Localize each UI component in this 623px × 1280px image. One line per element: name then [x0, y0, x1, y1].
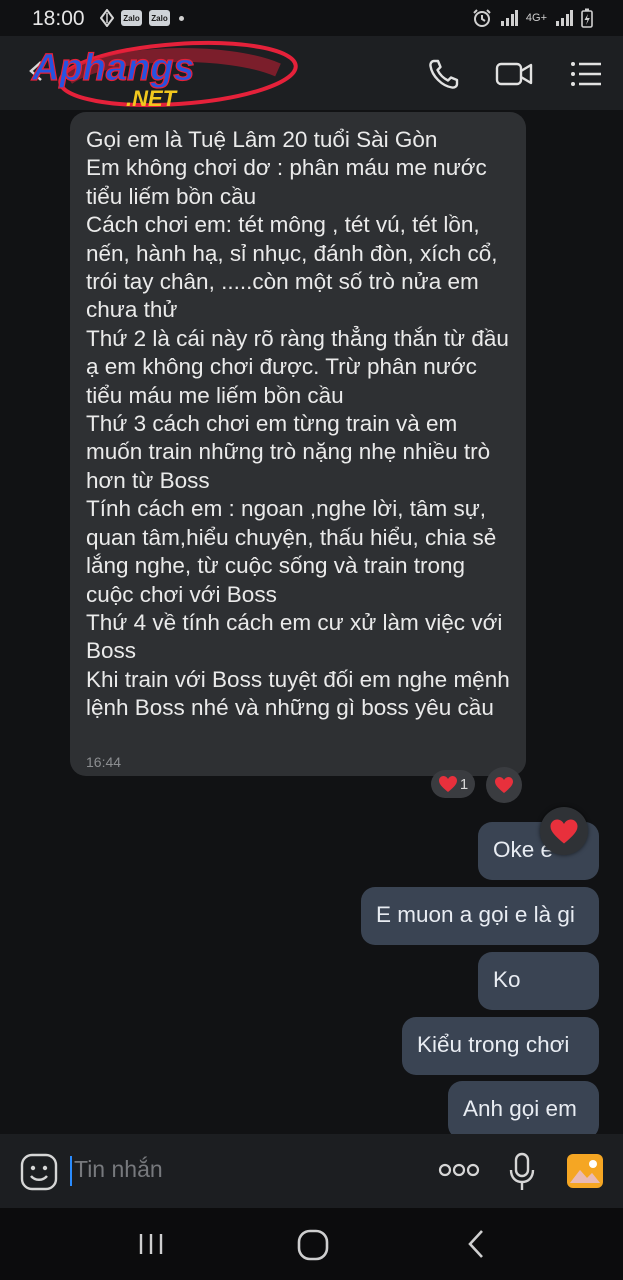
incoming-message-bubble[interactable]: Gọi em là Tuệ Lâm 20 tuổi Sài Gòn Em khô…	[70, 112, 526, 776]
microphone-icon[interactable]	[506, 1152, 538, 1192]
phone-icon[interactable]	[424, 54, 464, 94]
list-menu-icon[interactable]	[567, 54, 607, 94]
zalo-notification-icon: Zalo	[149, 10, 170, 26]
diamond-app-icon	[100, 9, 114, 27]
outgoing-message-text: Anh gọi em	[463, 1096, 577, 1121]
watermark-sub-text: .NET	[126, 86, 178, 110]
message-composer: Tin nhắn	[0, 1134, 623, 1208]
more-notifications-dot	[179, 15, 184, 21]
back-navigation-icon[interactable]	[464, 1228, 488, 1260]
outgoing-message-bubble[interactable]: E muon a gọi e là gi	[361, 887, 599, 945]
home-icon[interactable]	[296, 1228, 330, 1262]
heart-icon	[438, 776, 457, 792]
signal-icon	[556, 10, 573, 26]
message-input[interactable]: Tin nhắn	[74, 1156, 163, 1183]
reaction-summary[interactable]: 1	[431, 770, 475, 798]
reaction-count: 1	[459, 775, 469, 793]
text-caret	[70, 1156, 72, 1186]
recent-apps-icon[interactable]	[136, 1232, 166, 1256]
status-system-icons: 4G+	[472, 8, 593, 28]
chat-header: Aphangs .NET	[0, 36, 623, 110]
watermark-main-text: Aphangs	[31, 47, 195, 89]
battery-charging-icon	[581, 8, 593, 28]
more-options-icon[interactable]	[438, 1162, 480, 1178]
message-timestamp: 16:44	[86, 754, 122, 770]
network-type-label: 4G+	[525, 12, 547, 24]
outgoing-message-text: Ko	[493, 967, 521, 992]
quick-heart-reaction-button[interactable]	[540, 807, 588, 855]
video-camera-icon[interactable]	[494, 54, 534, 94]
signal-icon	[500, 10, 518, 26]
incoming-message-text: Gọi em là Tuệ Lâm 20 tuổi Sài Gòn Em khô…	[86, 127, 510, 721]
outgoing-message-bubble[interactable]: Ko	[478, 952, 599, 1010]
status-bar: 18:00 Zalo Zalo 4G+	[0, 0, 623, 36]
status-time: 18:00	[32, 7, 85, 30]
zalo-notification-icon: Zalo	[121, 10, 142, 26]
outgoing-message-text: E muon a gọi e là gi	[376, 902, 575, 927]
react-heart-button[interactable]	[486, 767, 522, 803]
heart-icon	[550, 819, 578, 843]
system-navigation-bar	[0, 1208, 623, 1280]
alarm-icon	[473, 9, 491, 27]
outgoing-message-text: Kiểu trong chơi	[417, 1032, 570, 1057]
sticker-emoji-icon[interactable]	[20, 1153, 58, 1191]
watermark-logo: Aphangs .NET	[30, 40, 298, 110]
outgoing-message-bubble[interactable]: Kiểu trong chơi	[402, 1017, 599, 1075]
outgoing-message-bubble[interactable]: Anh gọi em	[448, 1081, 599, 1134]
message-list[interactable]: Gọi em là Tuệ Lâm 20 tuổi Sài Gòn Em khô…	[0, 110, 623, 1134]
status-notification-icons: Zalo Zalo	[100, 9, 184, 27]
image-gallery-icon[interactable]	[566, 1153, 604, 1189]
heart-icon	[495, 777, 513, 793]
